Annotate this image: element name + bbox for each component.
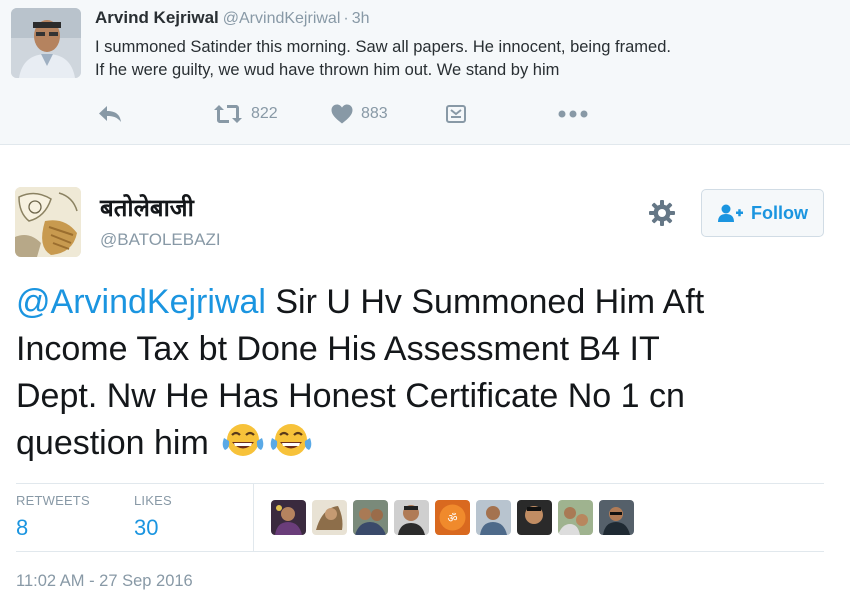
liker-avatar[interactable] (517, 500, 552, 535)
tweet-timestamp[interactable]: 11:02 AM - 27 Sep 2016 (16, 572, 193, 591)
retweets-label: RETWEETS (16, 493, 90, 508)
tweet-text-line: Dept. Nw He Has Honest Certificate No 1 … (16, 377, 685, 415)
mention-link[interactable]: @ArvindKejriwal (16, 283, 266, 321)
parent-author-name[interactable]: Arvind Kejriwal (95, 8, 219, 27)
liker-avatar[interactable]: ॐ (435, 500, 470, 535)
liker-avatar[interactable] (394, 500, 429, 535)
parent-author-avatar[interactable] (11, 8, 81, 78)
tweet-text-fragment: Sir U Hv Summoned Him Aft (265, 283, 705, 321)
retweets-stat[interactable]: RETWEETS 8 (16, 493, 90, 541)
separator-dot: · (343, 10, 349, 27)
stats-divider-bottom (16, 551, 824, 552)
likes-stat[interactable]: LIKES 30 (134, 493, 172, 541)
more-icon (558, 110, 588, 118)
parent-tweet[interactable]: Arvind Kejriwal @ArvindKejriwal · 3h I summ… (0, 0, 850, 145)
reply-icon (99, 106, 121, 122)
likes-label: LIKES (134, 493, 172, 508)
like-count: 883 (361, 105, 388, 122)
follow-button[interactable]: Follow (701, 189, 824, 237)
parent-author-handle[interactable]: @ArvindKejriwal (223, 10, 341, 27)
stats-divider-top (16, 483, 824, 484)
tweet-text-line: Income Tax bt Done His Assessment B4 IT (16, 330, 660, 368)
liker-avatar[interactable] (558, 500, 593, 535)
parent-tweet-header: Arvind Kejriwal @ArvindKejriwal · 3h (95, 8, 370, 28)
parent-tweet-actions: 822 883 (95, 102, 615, 126)
follow-button-label: Follow (751, 202, 808, 223)
parent-tweet-text-line: I summoned Satinder this morning. Saw al… (95, 38, 671, 56)
parent-tweet-time[interactable]: 3h (352, 10, 370, 27)
svg-text:ॐ: ॐ (447, 512, 457, 525)
tweet-author-name[interactable]: बतोलेबाजी (100, 191, 194, 224)
retweets-value: 8 (16, 515, 29, 540)
tweet-text: @ArvindKejriwal Sir U Hv Summoned Him Af… (16, 279, 836, 473)
tweet-text-fragment: question him (16, 424, 209, 462)
follow-person-icon (718, 204, 743, 222)
settings-button[interactable] (648, 199, 676, 227)
stats-separator (253, 484, 254, 551)
liker-avatar[interactable] (599, 500, 634, 535)
like-button[interactable]: 883 (331, 102, 388, 126)
likes-value: 30 (134, 515, 159, 540)
liker-avatar[interactable] (353, 500, 388, 535)
tweet-author-handle[interactable]: @BATOLEBAZI (100, 230, 221, 250)
tweet-text-line: question him (16, 420, 836, 473)
moments-icon (446, 105, 466, 123)
moments-button[interactable] (446, 102, 466, 126)
liker-avatar[interactable] (271, 500, 306, 535)
liker-avatar[interactable] (476, 500, 511, 535)
tweet-text-line: @ArvindKejriwal Sir U Hv Summoned Him Af… (16, 279, 836, 326)
tweet-author-avatar[interactable] (15, 187, 81, 257)
gear-icon (649, 200, 675, 226)
retweet-button[interactable]: 822 (213, 102, 278, 126)
reply-button[interactable] (98, 102, 122, 126)
parent-tweet-text: I summoned Satinder this morning. Saw al… (95, 36, 835, 82)
retweet-icon (214, 105, 242, 123)
parent-tweet-text-line: If he were guilty, we wud have thrown hi… (95, 61, 560, 79)
tears-of-joy-emoji-icon (269, 422, 313, 473)
tears-of-joy-emoji-icon (221, 422, 265, 473)
more-button[interactable] (558, 102, 588, 126)
retweet-count: 822 (251, 105, 278, 122)
liker-avatars: ॐ (271, 500, 634, 535)
liker-avatar[interactable] (312, 500, 347, 535)
heart-icon (331, 104, 353, 124)
